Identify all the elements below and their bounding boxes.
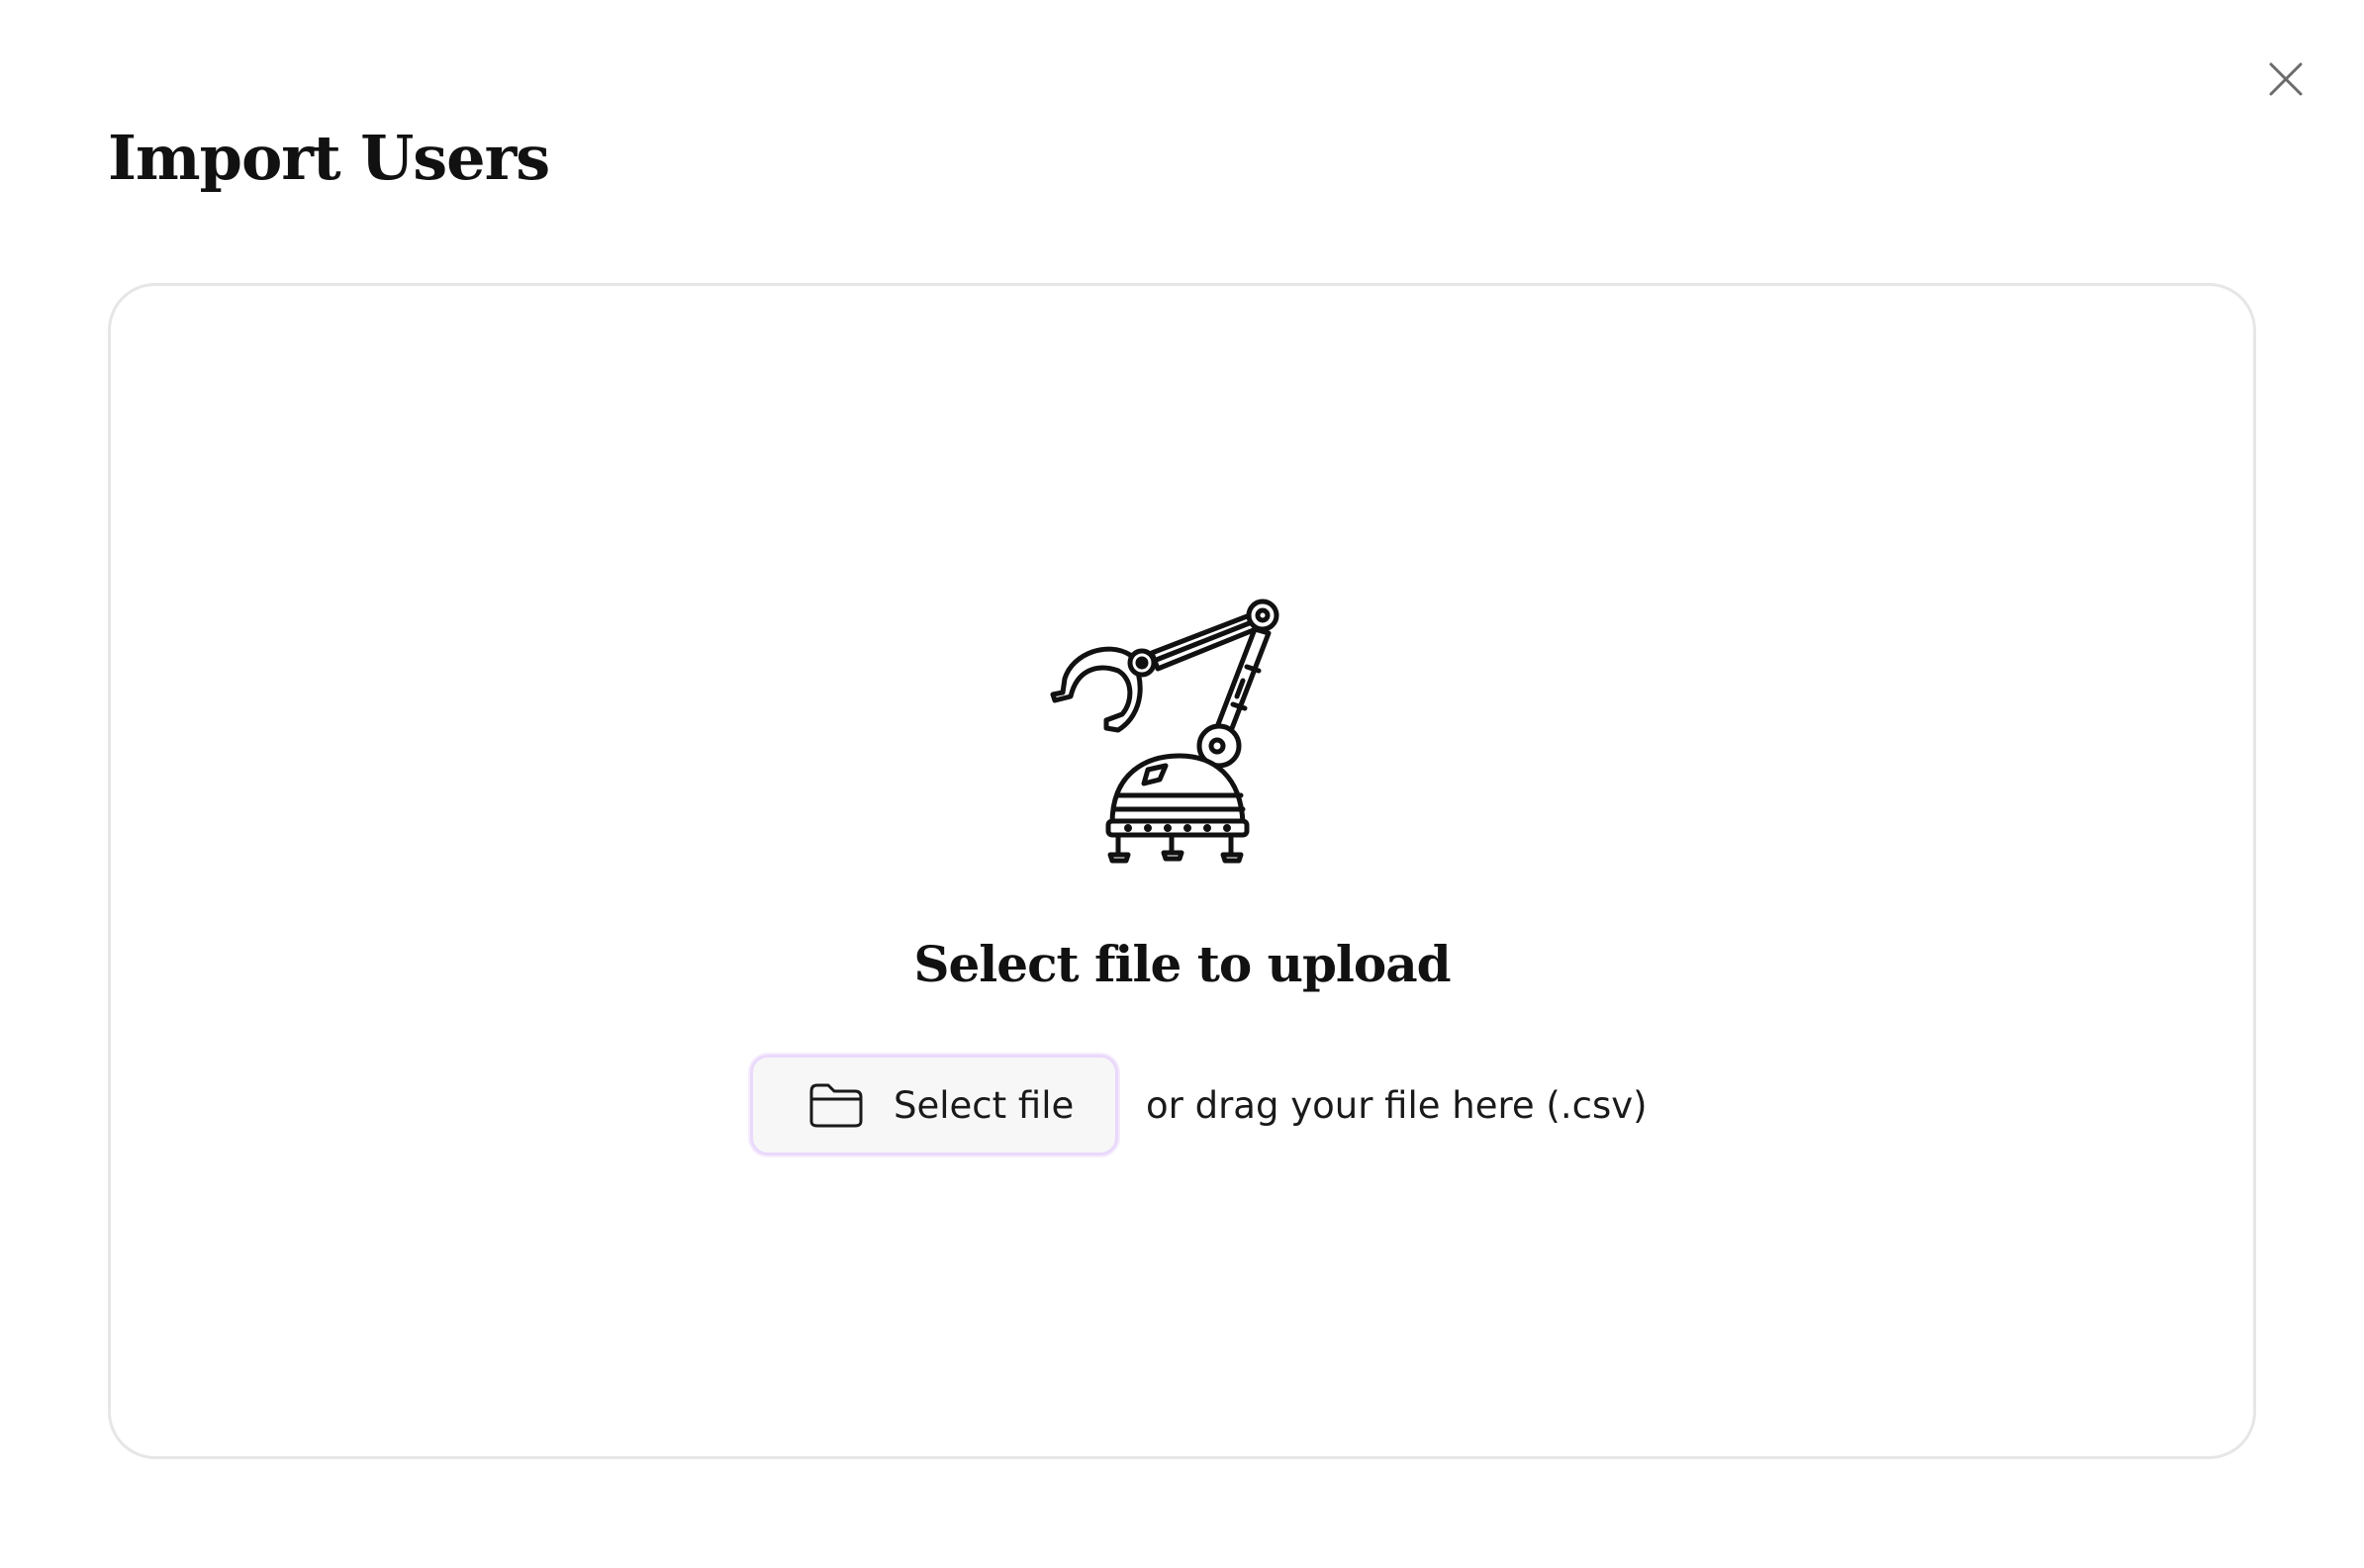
select-file-label: Select file [894,1083,1075,1127]
close-icon [2269,62,2303,96]
import-users-dialog: Import Users Select file to upload Selec… [0,0,2364,1568]
dialog-title: Import Users [108,122,550,194]
upload-actions: Select file or drag your file here (.csv… [750,1055,1648,1155]
upload-heading: Select file to upload [913,935,1451,993]
select-file-button[interactable]: Select file [750,1055,1118,1155]
folder-icon [808,1081,864,1129]
close-button[interactable] [2266,59,2306,99]
file-dropzone[interactable] [108,283,2256,1459]
robot-arm-illustration [1050,599,1279,864]
drag-hint-text: or drag your file here (.csv) [1146,1083,1648,1127]
